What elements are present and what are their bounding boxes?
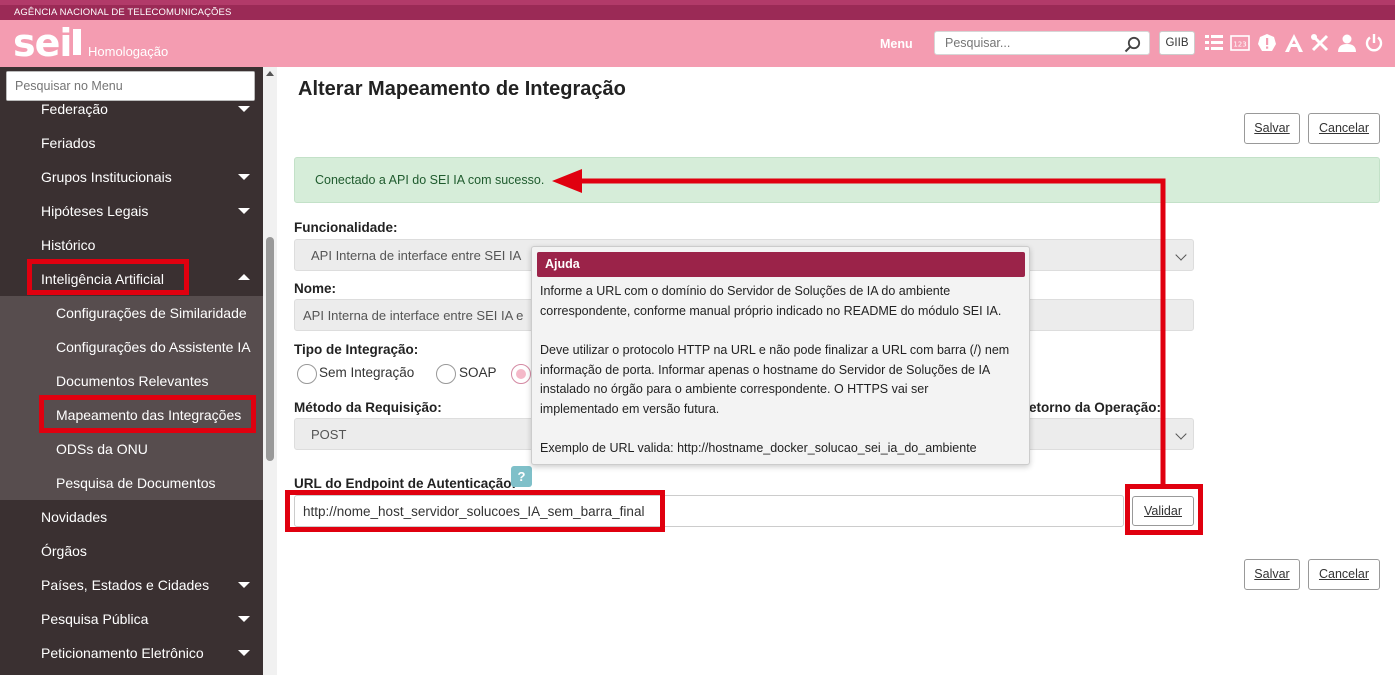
- annotation-arrow: [552, 169, 1166, 484]
